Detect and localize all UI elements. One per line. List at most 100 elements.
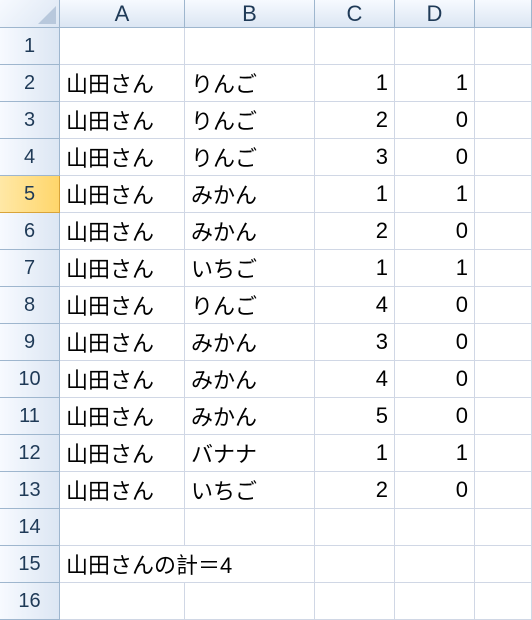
cell-D4[interactable]: 0 [395, 139, 475, 176]
cell-extra-11[interactable] [475, 398, 532, 435]
cell-C6[interactable]: 2 [315, 213, 395, 250]
row-header-10[interactable]: 10 [0, 361, 60, 398]
cell-extra-9[interactable] [475, 324, 532, 361]
cell-extra-2[interactable] [475, 65, 532, 102]
row-header-14[interactable]: 14 [0, 509, 60, 546]
cell-A4[interactable]: 山田さん [60, 139, 185, 176]
row-header-6[interactable]: 6 [0, 213, 60, 250]
cell-B8[interactable]: りんご [185, 287, 315, 324]
cell-D10[interactable]: 0 [395, 361, 475, 398]
cell-A7[interactable]: 山田さん [60, 250, 185, 287]
cell-B14[interactable] [185, 509, 315, 546]
row-header-12[interactable]: 12 [0, 435, 60, 472]
cell-extra-5[interactable] [475, 176, 532, 213]
column-header-A[interactable]: A [60, 0, 185, 28]
column-header-D[interactable]: D [395, 0, 475, 28]
cell-extra-6[interactable] [475, 213, 532, 250]
cell-C15[interactable] [315, 546, 395, 583]
row-header-1[interactable]: 1 [0, 28, 60, 65]
cell-C5[interactable]: 1 [315, 176, 395, 213]
cell-C11[interactable]: 5 [315, 398, 395, 435]
row-header-2[interactable]: 2 [0, 65, 60, 102]
cell-D14[interactable] [395, 509, 475, 546]
cell-C4[interactable]: 3 [315, 139, 395, 176]
row-header-11[interactable]: 11 [0, 398, 60, 435]
cell-B1[interactable] [185, 28, 315, 65]
row-header-15[interactable]: 15 [0, 546, 60, 583]
cell-C1[interactable] [315, 28, 395, 65]
cell-B3[interactable]: りんご [185, 102, 315, 139]
cell-D7[interactable]: 1 [395, 250, 475, 287]
cell-B6[interactable]: みかん [185, 213, 315, 250]
cell-A12[interactable]: 山田さん [60, 435, 185, 472]
cell-B9[interactable]: みかん [185, 324, 315, 361]
cell-extra-7[interactable] [475, 250, 532, 287]
row-header-4[interactable]: 4 [0, 139, 60, 176]
cell-A6[interactable]: 山田さん [60, 213, 185, 250]
cell-C13[interactable]: 2 [315, 472, 395, 509]
cell-extra-15[interactable] [475, 546, 532, 583]
column-header-extra[interactable] [475, 0, 532, 28]
cell-D8[interactable]: 0 [395, 287, 475, 324]
cell-C14[interactable] [315, 509, 395, 546]
cell-D16[interactable] [395, 583, 475, 620]
cell-B10[interactable]: みかん [185, 361, 315, 398]
cell-extra-16[interactable] [475, 583, 532, 620]
row-header-13[interactable]: 13 [0, 472, 60, 509]
cell-A13[interactable]: 山田さん [60, 472, 185, 509]
cell-D1[interactable] [395, 28, 475, 65]
cell-extra-4[interactable] [475, 139, 532, 176]
cell-C2[interactable]: 1 [315, 65, 395, 102]
cell-extra-3[interactable] [475, 102, 532, 139]
row-header-5[interactable]: 5 [0, 176, 60, 213]
cell-A8[interactable]: 山田さん [60, 287, 185, 324]
cell-extra-12[interactable] [475, 435, 532, 472]
cell-A14[interactable] [60, 509, 185, 546]
select-all-corner[interactable] [0, 0, 60, 28]
cell-D2[interactable]: 1 [395, 65, 475, 102]
cell-C9[interactable]: 3 [315, 324, 395, 361]
cell-B13[interactable]: いちご [185, 472, 315, 509]
cell-A16[interactable] [60, 583, 185, 620]
cell-C12[interactable]: 1 [315, 435, 395, 472]
cell-D5[interactable]: 1 [395, 176, 475, 213]
row-header-8[interactable]: 8 [0, 287, 60, 324]
cell-extra-1[interactable] [475, 28, 532, 65]
row-header-9[interactable]: 9 [0, 324, 60, 361]
cell-C8[interactable]: 4 [315, 287, 395, 324]
cell-A1[interactable] [60, 28, 185, 65]
column-header-C[interactable]: C [315, 0, 395, 28]
cell-D15[interactable] [395, 546, 475, 583]
row-header-3[interactable]: 3 [0, 102, 60, 139]
cell-A11[interactable]: 山田さん [60, 398, 185, 435]
cell-B11[interactable]: みかん [185, 398, 315, 435]
cell-A9[interactable]: 山田さん [60, 324, 185, 361]
cell-B16[interactable] [185, 583, 315, 620]
row-header-7[interactable]: 7 [0, 250, 60, 287]
cell-extra-10[interactable] [475, 361, 532, 398]
column-header-B[interactable]: B [185, 0, 315, 28]
cell-B5[interactable]: みかん [185, 176, 315, 213]
cell-B2[interactable]: りんご [185, 65, 315, 102]
cell-B4[interactable]: りんご [185, 139, 315, 176]
cell-B7[interactable]: いちご [185, 250, 315, 287]
cell-D9[interactable]: 0 [395, 324, 475, 361]
cell-extra-14[interactable] [475, 509, 532, 546]
cell-A2[interactable]: 山田さん [60, 65, 185, 102]
cell-A5[interactable]: 山田さん [60, 176, 185, 213]
cell-D11[interactable]: 0 [395, 398, 475, 435]
cell-A15[interactable]: 山田さんの計＝4 [60, 546, 315, 583]
cell-extra-8[interactable] [475, 287, 532, 324]
cell-D12[interactable]: 1 [395, 435, 475, 472]
cell-B12[interactable]: バナナ [185, 435, 315, 472]
spreadsheet-grid[interactable]: ABCD12山田さんりんご113山田さんりんご204山田さんりんご305山田さん… [0, 0, 532, 620]
cell-D3[interactable]: 0 [395, 102, 475, 139]
cell-A3[interactable]: 山田さん [60, 102, 185, 139]
cell-C16[interactable] [315, 583, 395, 620]
cell-A10[interactable]: 山田さん [60, 361, 185, 398]
cell-D6[interactable]: 0 [395, 213, 475, 250]
cell-extra-13[interactable] [475, 472, 532, 509]
cell-D13[interactable]: 0 [395, 472, 475, 509]
cell-C7[interactable]: 1 [315, 250, 395, 287]
cell-C3[interactable]: 2 [315, 102, 395, 139]
